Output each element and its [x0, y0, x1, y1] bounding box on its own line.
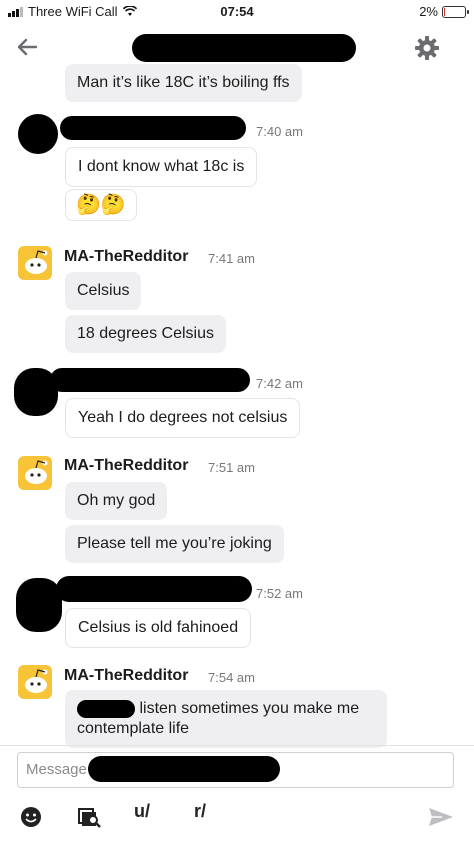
- status-right: 2%: [419, 4, 469, 19]
- message-bubble[interactable]: Celsius: [65, 272, 142, 310]
- message-bubble[interactable]: Yeah I do degrees not celsius: [65, 398, 301, 438]
- gear-icon[interactable]: [413, 34, 441, 62]
- redacted-username: [60, 116, 246, 140]
- battery-percent: 2%: [419, 4, 438, 19]
- redacted-avatar: [18, 114, 58, 154]
- message-time: 7:42 am: [256, 376, 303, 391]
- arrow-left-icon[interactable]: [12, 32, 42, 62]
- snoo-avatar[interactable]: [18, 665, 52, 699]
- redacted-avatar: [16, 578, 62, 632]
- battery-icon: [442, 5, 469, 18]
- message-bubble[interactable]: Please tell me you’re joking: [65, 525, 284, 563]
- subreddit-mention-button[interactable]: r/: [194, 801, 206, 822]
- user-mention-button[interactable]: u/: [134, 801, 150, 822]
- snoo-icon: [25, 669, 48, 693]
- redacted-input-text: [88, 756, 280, 782]
- snoo-icon: [25, 460, 48, 484]
- snoo-avatar[interactable]: [18, 246, 52, 280]
- sender-name[interactable]: MA-TheRedditor: [64, 667, 188, 685]
- smiley-icon[interactable]: [20, 806, 42, 828]
- message-bubble[interactable]: Celsius is old fahinoed: [65, 608, 252, 648]
- status-bar: Three WiFi Call 07:54 2%: [0, 0, 474, 24]
- redacted-chat-title: [132, 34, 356, 62]
- sender-name[interactable]: MA-TheRedditor: [64, 457, 188, 475]
- message-bubble[interactable]: 18 degrees Celsius: [65, 315, 226, 353]
- composer-divider: [0, 745, 474, 746]
- message-text: contemplate life: [77, 720, 190, 737]
- sender-name[interactable]: MA-TheRedditor: [64, 248, 188, 266]
- redacted-mention: [77, 699, 135, 718]
- snoo-icon: [25, 250, 48, 274]
- message-time: 7:40 am: [256, 124, 303, 139]
- redacted-username: [50, 368, 250, 392]
- message-text: listen sometimes you make me: [139, 700, 360, 717]
- message-time: 7:54 am: [208, 670, 255, 685]
- snoo-avatar[interactable]: [18, 456, 52, 490]
- message-bubble[interactable]: listen sometimes you make me contemplate…: [65, 690, 387, 748]
- redacted-username: [56, 576, 252, 602]
- message-time: 7:41 am: [208, 251, 255, 266]
- status-time: 07:54: [220, 4, 254, 19]
- message-time: 7:52 am: [256, 586, 303, 601]
- message-bubble[interactable]: Oh my god: [65, 482, 168, 520]
- message-bubble[interactable]: I dont know what 18c is: [65, 147, 258, 187]
- emoji-message[interactable]: 🤔🤔: [65, 189, 137, 221]
- message-placeholder: Message: [26, 761, 87, 778]
- message-time: 7:51 am: [208, 460, 255, 475]
- message-bubble[interactable]: Man it’s like 18C it’s boiling ffs: [65, 64, 302, 102]
- media-search-icon[interactable]: [78, 806, 102, 828]
- send-icon[interactable]: [428, 806, 454, 828]
